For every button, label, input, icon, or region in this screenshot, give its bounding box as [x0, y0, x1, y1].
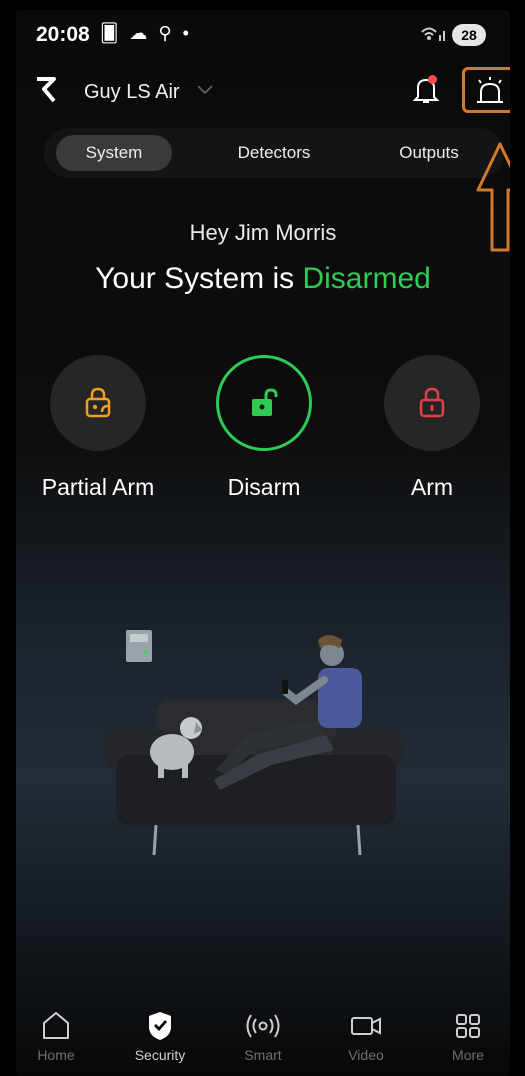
- partial-lock-icon: [85, 387, 111, 418]
- disarm-label: Disarm: [227, 474, 301, 500]
- risco-logo-icon: [34, 75, 60, 110]
- lock-icon: [419, 387, 445, 418]
- notification-badge: [428, 75, 437, 84]
- battery-indicator: 28: [452, 24, 486, 46]
- nav-video-label: Video: [348, 1047, 384, 1063]
- arm-label: Arm: [410, 474, 454, 500]
- disarm-button[interactable]: [216, 355, 312, 451]
- system-status-headline: Your System is Disarmed: [16, 262, 510, 296]
- nav-more-label: More: [452, 1047, 484, 1063]
- panic-alarm-icon[interactable]: [470, 75, 510, 107]
- status-time: 20:08: [36, 23, 90, 46]
- status-state: Disarmed: [302, 262, 431, 295]
- nav-security-label: Security: [134, 1047, 186, 1063]
- status-indicators-icon: 🂠 ☁ ⚲ •: [100, 23, 192, 43]
- greeting-text: Hey Jim Morris: [189, 220, 337, 245]
- status-bar: 20:08 🂠 ☁ ⚲ • 28: [16, 10, 510, 60]
- nav-security[interactable]: Security: [120, 1010, 200, 1063]
- nav-smart-label: Smart: [244, 1047, 282, 1063]
- app-screen: 20:08 🂠 ☁ ⚲ • 28 Guy LS Air System Detec…: [16, 10, 510, 1076]
- home-icon: [16, 1010, 96, 1044]
- wifi-signal-icon: [420, 25, 448, 48]
- grid-icon: [428, 1010, 508, 1044]
- nav-smart[interactable]: Smart: [223, 1010, 303, 1063]
- tab-detectors[interactable]: Detectors: [204, 135, 344, 171]
- tab-outputs[interactable]: Outputs: [374, 135, 484, 171]
- status-prefix: Your System is: [95, 262, 303, 295]
- home-illustration: [104, 630, 402, 856]
- section-tabs: System Detectors Outputs: [44, 128, 504, 178]
- site-selector[interactable]: Guy LS Air: [84, 81, 180, 104]
- bottom-navigation: Home Security Smart Video More: [16, 1010, 510, 1076]
- unlock-icon: [252, 388, 278, 416]
- app-header: Guy LS Air: [16, 65, 510, 115]
- nav-home[interactable]: Home: [16, 1010, 96, 1063]
- shield-icon: [120, 1010, 200, 1044]
- tab-system[interactable]: System: [56, 135, 172, 171]
- nav-more[interactable]: More: [428, 1010, 508, 1063]
- partial-arm-button[interactable]: [50, 355, 146, 451]
- broadcast-icon: [223, 1010, 303, 1044]
- chevron-down-icon[interactable]: [196, 79, 214, 100]
- partial-arm-label: Partial Arm: [41, 474, 155, 500]
- nav-home-label: Home: [37, 1047, 75, 1063]
- video-camera-icon: [326, 1010, 406, 1044]
- arm-button[interactable]: [384, 355, 480, 451]
- nav-video[interactable]: Video: [326, 1010, 406, 1063]
